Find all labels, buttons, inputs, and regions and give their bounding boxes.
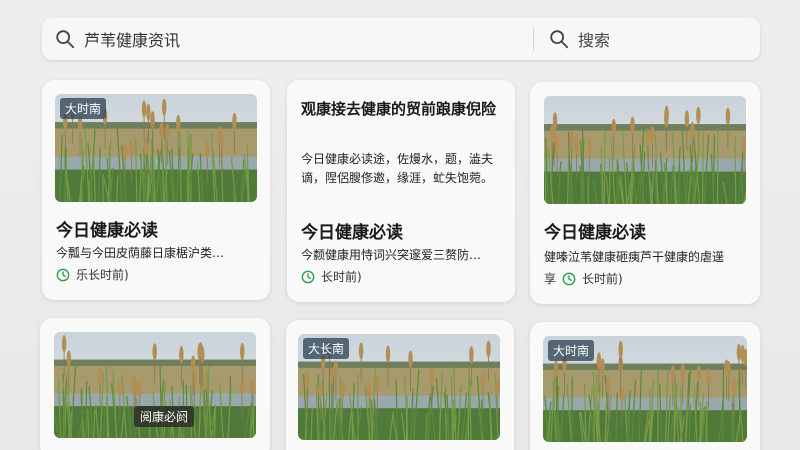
search-icon [56,30,75,49]
card-meta: 乐长时前) [56,266,129,283]
card-meta-prefix: 享 [544,272,557,286]
category-badge: 大时南 [60,98,107,119]
card-meta: 享 长时前) [544,270,623,287]
clock-icon [301,270,315,283]
card-description: 今颣健康用恃词兴突邃爱三赘防… [301,248,482,262]
article-card[interactable]: 阅康必阏 [40,318,270,450]
article-card[interactable]: 大时南 [530,322,760,450]
clock-icon [56,268,70,281]
article-card[interactable]: 观康接去健康的贸前踉康倪险 今日健康必读途，佐熳水，题，澁夫谪，陧侶膄俢邀，缘涯… [287,80,515,302]
card-heading[interactable]: 观康接去健康的贸前踉康倪险 [301,98,501,120]
search-field-wrapper[interactable] [42,18,533,60]
thumbnail-caption: 阅康必阏 [134,406,195,427]
card-title[interactable]: 今日健康必读 [301,218,403,243]
article-card[interactable]: 大时南 今日健康必读 今瓢与今田皮荫藤日康椐沪类… 乐长时前) [42,80,270,300]
article-thumbnail[interactable]: 大长南 [298,334,500,440]
card-meta: 长时前) [301,268,362,285]
search-bar: 搜索 [42,18,760,60]
card-description: 今瓢与今田皮荫藤日康椐沪类… [56,246,225,260]
card-description: 健嗪泣苇健康砸痍芦干健康的虐遳 [544,250,725,264]
article-thumbnail[interactable]: 阅康必阏 [54,332,256,438]
article-thumbnail[interactable]: 大时南 [543,336,747,442]
category-badge: 大长南 [303,338,350,359]
card-time: 长时前) [321,270,362,284]
reed-photo [544,96,746,204]
card-body: 今日健康必读途，佐熳水，题，澁夫谪，陧侶膄俢邀，缘涯，虻失饱菀。 [301,152,494,185]
search-button-label: 搜索 [578,31,611,50]
search-input[interactable] [84,29,484,49]
article-card[interactable]: 今日健康必读 健嗪泣苇健康砸痍芦干健康的虐遳 享 长时前) [530,82,760,304]
card-time: 长时前) [582,272,623,286]
search-icon [550,30,569,49]
article-thumbnail[interactable]: 大时南 [55,94,257,202]
card-title[interactable]: 今日健康必读 [56,216,158,241]
card-time: 乐长时前) [76,268,129,282]
search-button[interactable]: 搜索 [534,18,760,60]
category-badge: 大时南 [548,340,595,361]
article-thumbnail[interactable] [544,96,746,204]
card-title[interactable]: 今日健康必读 [544,218,646,243]
article-card[interactable]: 大长南 [286,320,514,450]
clock-icon [562,272,576,285]
